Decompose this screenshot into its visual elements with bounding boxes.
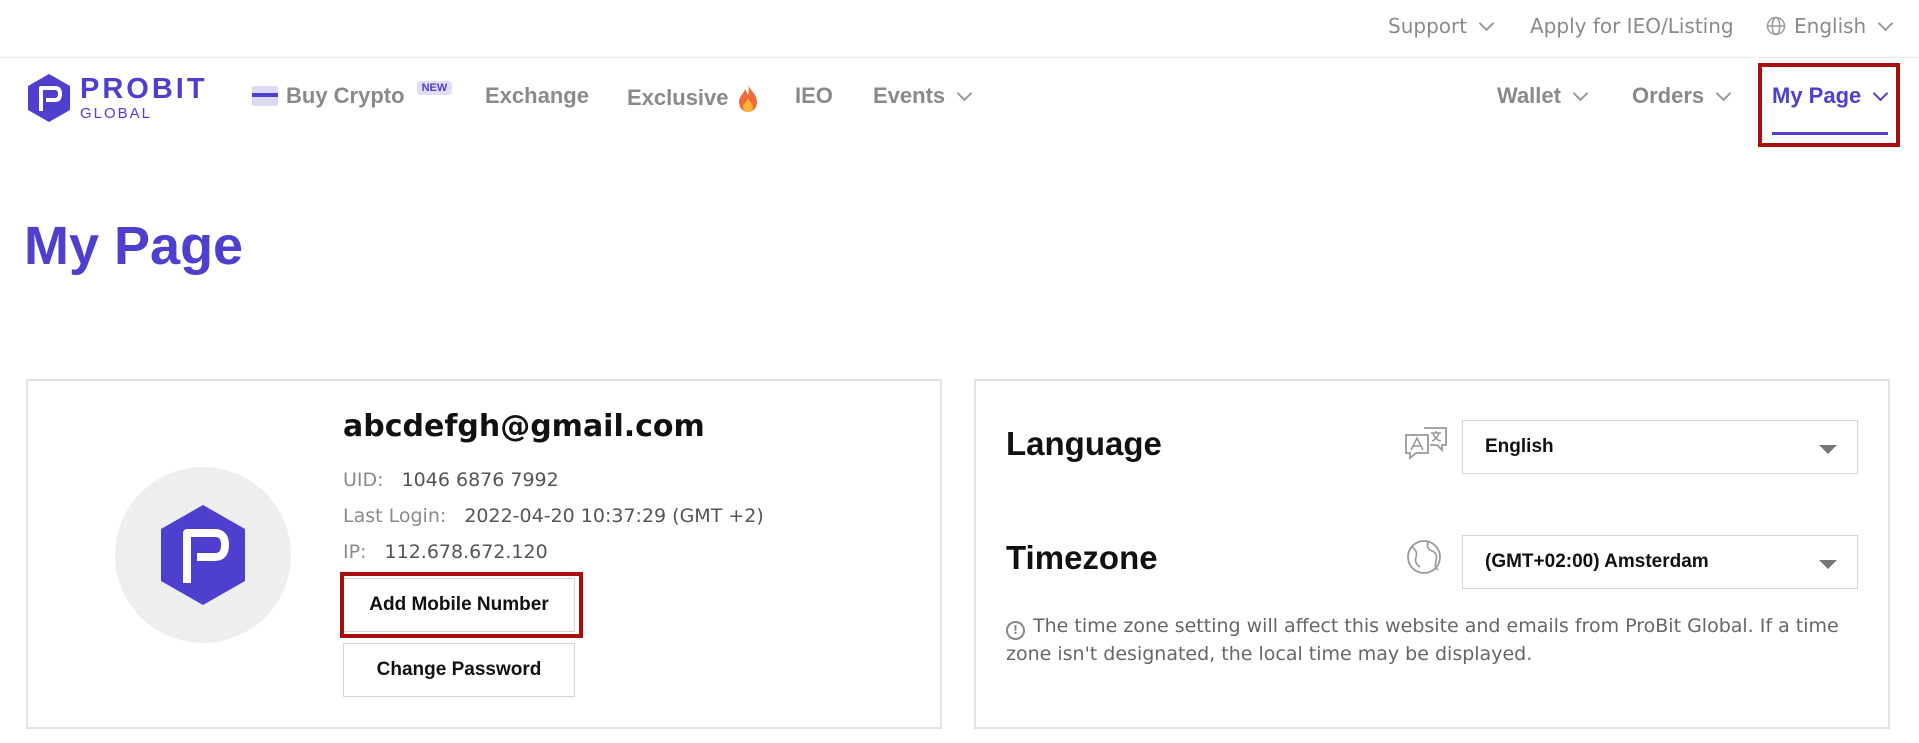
logo-subtitle: GLOBAL	[80, 105, 153, 122]
support-label: Support	[1388, 14, 1468, 38]
main-nav: PROBIT GLOBAL Buy Crypto NEW Exchange Ex…	[0, 59, 1919, 151]
nav-wallet[interactable]: Wallet	[1497, 83, 1589, 109]
nav-ieo[interactable]: IEO	[795, 83, 833, 109]
credit-card-icon	[252, 86, 278, 106]
uid-row: UID: 1046 6876 7992	[343, 469, 559, 491]
translate-icon	[1405, 427, 1447, 460]
apply-listing-link[interactable]: Apply for IEO/Listing	[1530, 14, 1734, 38]
last-login-label: Last Login:	[343, 505, 447, 527]
nav-events-label: Events	[873, 83, 946, 108]
ip-label: IP:	[343, 541, 367, 563]
last-login-row: Last Login: 2022-04-20 10:37:29 (GMT +2)	[343, 505, 764, 527]
nav-orders-label: Orders	[1632, 83, 1705, 108]
language-select-value: English	[1485, 436, 1554, 457]
chevron-down-icon	[1572, 85, 1589, 101]
nav-orders[interactable]: Orders	[1632, 83, 1732, 109]
avatar	[115, 467, 291, 643]
language-select[interactable]: English	[1462, 420, 1858, 474]
probit-logo[interactable]: PROBIT GLOBAL	[26, 73, 208, 123]
highlight-box-add-mobile	[340, 572, 583, 638]
nav-wallet-label: Wallet	[1497, 83, 1561, 108]
chevron-down-icon	[956, 85, 973, 101]
probit-logo-icon	[28, 74, 70, 122]
settings-card: Language English Timezone (GMT+02:00) Am…	[974, 379, 1890, 729]
nav-exclusive-label: Exclusive	[627, 85, 729, 110]
nav-exchange[interactable]: Exchange	[485, 83, 589, 109]
nav-buy-crypto[interactable]: Buy Crypto NEW	[252, 81, 453, 109]
fire-icon	[738, 84, 757, 112]
nav-buy-crypto-label: Buy Crypto	[286, 83, 405, 108]
new-badge: NEW	[416, 81, 453, 95]
profile-card: abcdefgh@gmail.com UID: 1046 6876 7992 L…	[26, 379, 942, 729]
probit-avatar-icon	[161, 505, 245, 605]
nav-exchange-label: Exchange	[485, 83, 589, 108]
support-menu[interactable]: Support	[1388, 14, 1495, 38]
chevron-down-icon	[1478, 15, 1495, 31]
top-utility-bar: Support Apply for IEO/Listing English	[0, 0, 1919, 58]
nav-exclusive[interactable]: Exclusive	[627, 83, 759, 113]
timezone-select[interactable]: (GMT+02:00) Amsterdam	[1462, 535, 1858, 589]
nav-ieo-label: IEO	[795, 83, 833, 108]
nav-events[interactable]: Events	[873, 83, 973, 109]
globe-icon	[1407, 540, 1441, 574]
timezone-note-text: The time zone setting will affect this w…	[1006, 615, 1839, 665]
highlight-box-my-page	[1758, 63, 1900, 147]
ip-row: IP: 112.678.672.120	[343, 541, 548, 563]
page-title: My Page	[24, 216, 244, 276]
ip-value: 112.678.672.120	[384, 541, 548, 563]
chevron-down-icon	[1877, 15, 1894, 31]
uid-value: 1046 6876 7992	[401, 469, 559, 491]
apply-listing-label: Apply for IEO/Listing	[1530, 14, 1734, 38]
language-menu[interactable]: English	[1766, 14, 1894, 38]
chevron-down-icon	[1715, 85, 1732, 101]
change-password-button[interactable]: Change Password	[343, 643, 575, 697]
timezone-select-value: (GMT+02:00) Amsterdam	[1485, 551, 1709, 572]
globe-icon	[1766, 16, 1786, 36]
dropdown-caret-icon	[1819, 445, 1837, 454]
last-login-value: 2022-04-20 10:37:29 (GMT +2)	[464, 505, 764, 527]
timezone-setting-label: Timezone	[1006, 539, 1158, 576]
info-icon: !	[1006, 621, 1025, 640]
logo-wordmark: PROBIT	[80, 73, 208, 105]
language-setting-label: Language	[1006, 425, 1162, 462]
dropdown-caret-icon	[1819, 560, 1837, 569]
timezone-note: ! The time zone setting will affect this …	[1006, 612, 1866, 668]
account-email: abcdefgh@gmail.com	[343, 409, 705, 444]
language-label: English	[1794, 14, 1867, 38]
uid-label: UID:	[343, 469, 384, 491]
